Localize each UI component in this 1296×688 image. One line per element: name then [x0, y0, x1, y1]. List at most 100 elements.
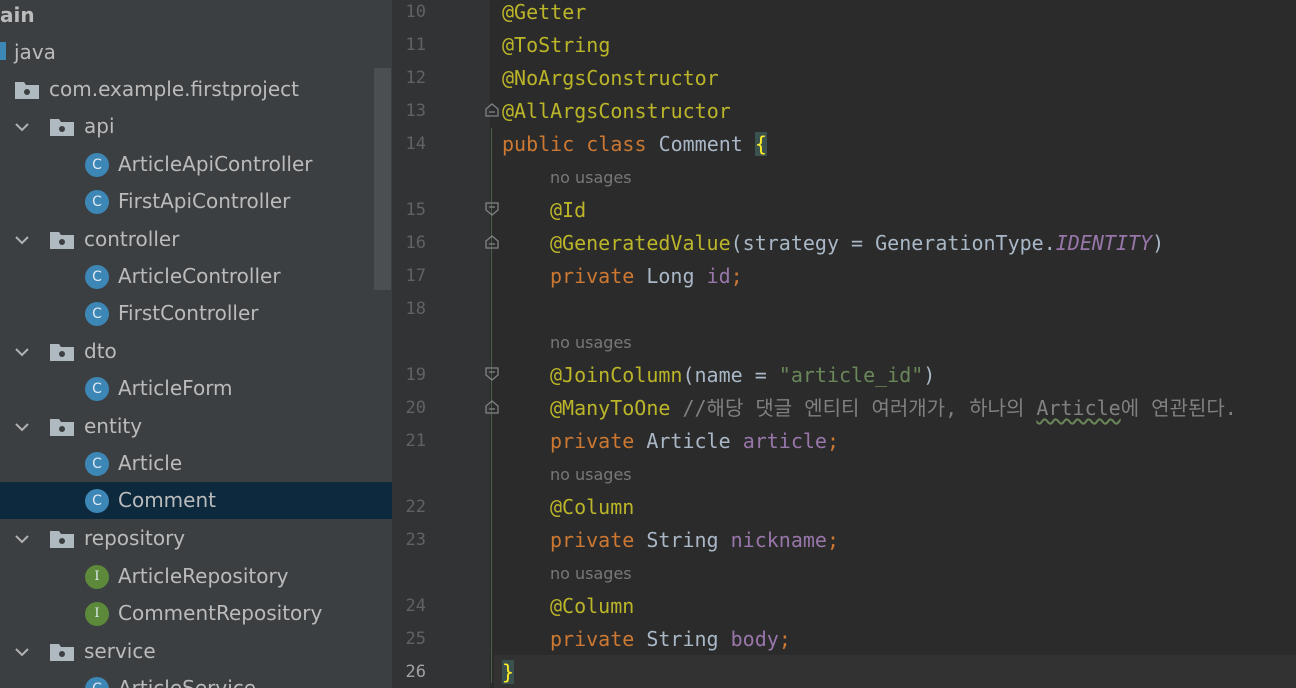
tree-item-label: dto — [84, 339, 117, 363]
class-icon: C — [85, 377, 109, 401]
tree-item-api[interactable]: api — [0, 108, 392, 145]
tree-item-article-controller[interactable]: C ArticleController — [0, 258, 392, 295]
tree-item-label: controller — [84, 227, 180, 251]
tree-item-comment[interactable]: C Comment — [0, 482, 392, 519]
tree-item-service[interactable]: service — [0, 633, 392, 670]
annotation: @Column — [550, 594, 635, 618]
code-line-25[interactable]: private String body; — [550, 627, 791, 651]
annotation: @GeneratedValue — [550, 231, 731, 255]
chevron-down-icon[interactable] — [12, 642, 32, 662]
interface-icon: I — [85, 565, 109, 589]
tree-item-comment-repository[interactable]: I CommentRepository — [0, 595, 392, 632]
package-folder-icon — [50, 232, 74, 249]
string-literal: "article_id" — [778, 363, 924, 387]
tree-item-first-api-controller[interactable]: C FirstApiController — [0, 183, 392, 220]
comment-text: //해당 댓글 엔티티 여러개가, 하나의 — [682, 396, 1037, 420]
chevron-down-icon[interactable] — [12, 117, 32, 137]
tree-item-repository[interactable]: repository — [0, 520, 392, 557]
tree-item-label: ArticleRepository — [118, 564, 289, 588]
fold-start-icon[interactable] — [485, 202, 499, 216]
chevron-down-icon[interactable] — [12, 342, 32, 362]
fold-end-icon[interactable] — [485, 103, 499, 117]
tree-item-article-api-controller[interactable]: C ArticleApiController — [0, 146, 392, 183]
keyword: class — [586, 132, 647, 156]
fold-end-icon[interactable] — [485, 235, 499, 249]
tree-item-label: FirstApiController — [118, 189, 291, 213]
line-number: 11 — [405, 35, 426, 55]
inlay-hint-usages[interactable]: no usages — [550, 564, 632, 584]
keyword: private — [550, 264, 635, 288]
tree-item-label: Comment — [118, 488, 216, 512]
line-number: 19 — [405, 365, 426, 385]
keyword: public — [502, 132, 575, 156]
type: String — [646, 627, 719, 651]
line-number: 25 — [405, 629, 426, 649]
inlay-hint-usages[interactable]: no usages — [550, 465, 632, 485]
line-number: 15 — [405, 200, 426, 220]
line-number: 20 — [405, 398, 426, 418]
code-line-24[interactable]: @Column — [550, 594, 634, 618]
code-line-12[interactable]: @NoArgsConstructor — [502, 66, 719, 90]
package-folder-icon — [50, 419, 74, 436]
fold-start-icon[interactable] — [485, 367, 499, 381]
tree-item-label: service — [84, 639, 156, 663]
tree-item-label: entity — [84, 414, 143, 438]
code-line-20[interactable]: @ManyToOne //해당 댓글 엔티티 여러개가, 하나의 Article… — [550, 396, 1237, 420]
code-line-22[interactable]: @Column — [550, 495, 634, 519]
tree-item-article-form[interactable]: C ArticleForm — [0, 370, 392, 407]
package-folder-icon — [50, 644, 74, 661]
typo-word[interactable]: Article — [1036, 396, 1120, 420]
class-icon: C — [85, 190, 109, 214]
line-number: 13 — [405, 101, 426, 121]
tree-item-controller[interactable]: controller — [0, 221, 392, 258]
code-line-13[interactable]: @AllArgsConstructor — [502, 99, 731, 123]
argument: strategy = GenerationType. — [742, 231, 1056, 255]
tree-item-label: ArticleApiController — [118, 152, 313, 176]
line-number: 16 — [405, 233, 426, 253]
tree-item-dto[interactable]: dto — [0, 333, 392, 370]
keyword: private — [550, 429, 635, 453]
tree-item-label: java — [14, 40, 56, 64]
line-number: 17 — [405, 266, 426, 286]
code-line-14[interactable]: public class Comment { — [502, 132, 767, 156]
tree-item-first-controller[interactable]: C FirstController — [0, 295, 392, 332]
class-name: Comment — [658, 132, 743, 156]
class-icon: C — [85, 489, 109, 513]
field: body — [730, 627, 779, 651]
code-line-16[interactable]: @GeneratedValue(strategy = GenerationTyp… — [550, 231, 1164, 255]
tree-item-java[interactable]: java — [0, 34, 392, 71]
code-line-21[interactable]: private Article article; — [550, 429, 839, 453]
chevron-down-icon[interactable] — [12, 417, 32, 437]
code-line-19[interactable]: @JoinColumn(name = "article_id") — [550, 363, 935, 387]
interface-icon: I — [85, 602, 109, 626]
field: article — [742, 429, 827, 453]
tree-item-article-service[interactable]: C ArticleService — [0, 670, 392, 688]
class-icon: C — [85, 677, 109, 688]
code-line-15[interactable]: @Id — [550, 198, 586, 222]
project-scrollbar-thumb[interactable] — [374, 68, 391, 290]
chevron-down-icon[interactable] — [12, 529, 32, 549]
chevron-down-icon[interactable] — [12, 230, 32, 250]
tree-item-entity[interactable]: entity — [0, 408, 392, 445]
tree-item-module[interactable]: ain — [0, 0, 392, 34]
code-line-11[interactable]: @ToString — [502, 33, 610, 57]
tree-item-article-repository[interactable]: I ArticleRepository — [0, 558, 392, 595]
line-number: 23 — [405, 530, 426, 550]
annotation: @Column — [550, 495, 635, 519]
class-icon: C — [85, 153, 109, 177]
inlay-hint-usages[interactable]: no usages — [550, 333, 632, 353]
tree-item-article[interactable]: C Article — [0, 445, 392, 482]
line-number-current: 26 — [405, 662, 426, 682]
code-line-10[interactable]: @Getter — [502, 0, 586, 24]
fold-end-icon[interactable] — [485, 400, 499, 414]
line-number: 10 — [405, 2, 426, 22]
tree-item-label: ain — [0, 3, 35, 27]
line-number: 24 — [405, 596, 426, 616]
code-line-26[interactable]: } — [502, 660, 515, 684]
tree-item-label: api — [84, 114, 115, 138]
code-line-23[interactable]: private String nickname; — [550, 528, 839, 552]
code-line-17[interactable]: private Long id; — [550, 264, 743, 288]
tree-item-label: FirstController — [118, 301, 259, 325]
tree-item-package-root[interactable]: com.example.firstproject — [0, 71, 392, 108]
inlay-hint-usages[interactable]: no usages — [550, 168, 632, 188]
